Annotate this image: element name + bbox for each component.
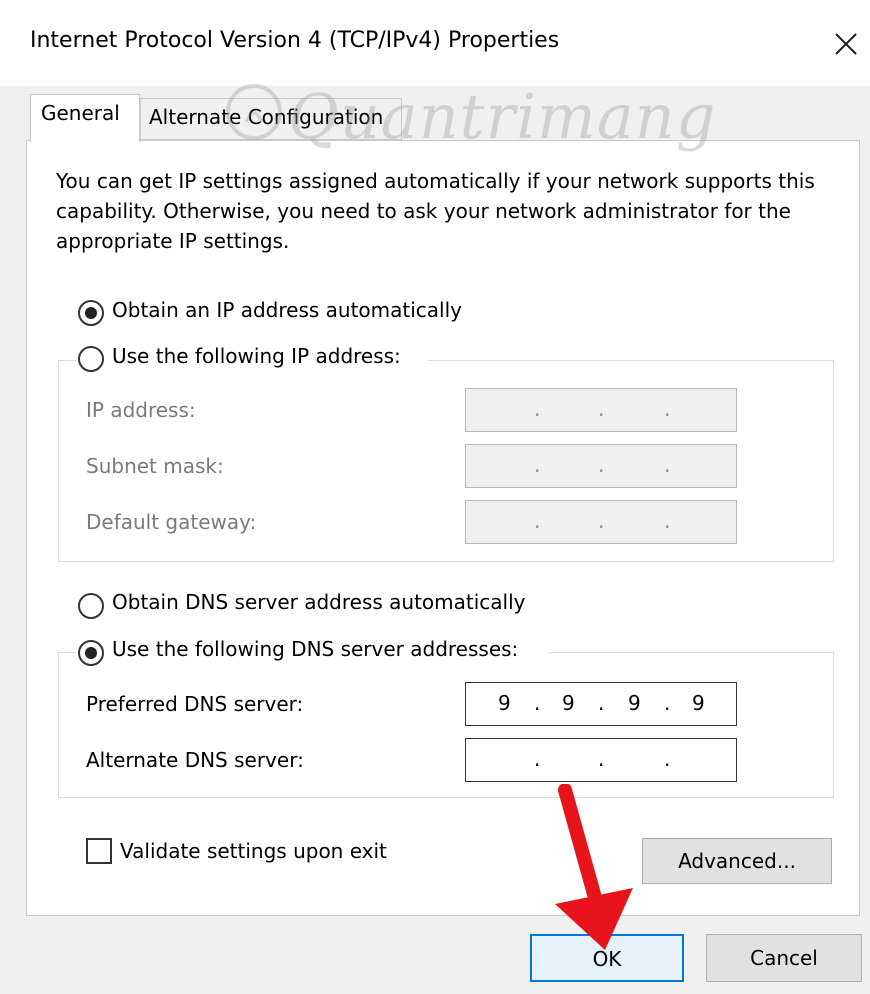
subnet-mask-label: Subnet mask: [86,454,224,478]
window-title: Internet Protocol Version 4 (TCP/IPv4) P… [30,28,560,53]
preferred-dns-octet-1: 9 [498,691,511,715]
use-following-dns-label[interactable]: Use the following DNS server addresses: [112,637,518,661]
use-following-dns-radio[interactable] [78,640,104,666]
description-text: You can get IP settings assigned automat… [56,169,815,253]
preferred-dns-octet-3: 9 [628,691,641,715]
ip-address-label: IP address: [86,398,196,422]
use-following-ip-label[interactable]: Use the following IP address: [112,344,401,368]
obtain-dns-auto-radio[interactable] [78,593,104,619]
default-gateway-label: Default gateway: [86,510,257,534]
subnet-mask-field: . . . [465,444,737,488]
red-arrow-annotation [555,784,633,950]
watermark-lightbulb-icon [226,84,282,140]
radio-selected-dot [85,307,97,319]
watermark-text: Quantrimang [288,80,717,153]
close-button[interactable] [826,24,866,64]
obtain-ip-auto-radio[interactable] [78,300,104,326]
cancel-button[interactable]: Cancel [706,934,862,982]
use-following-ip-radio[interactable] [78,346,104,372]
validate-settings-checkbox[interactable] [86,838,112,864]
preferred-dns-octet-2: 9 [562,691,575,715]
preferred-dns-octet-4: 9 [692,691,705,715]
close-icon [835,33,857,55]
validate-settings-label[interactable]: Validate settings upon exit [120,839,387,863]
alternate-dns-label: Alternate DNS server: [86,748,304,772]
preferred-dns-label: Preferred DNS server: [86,692,304,716]
ip-address-field: . . . [465,388,737,432]
alternate-dns-field[interactable]: . . . [465,738,737,782]
tab-general[interactable]: General [30,94,140,142]
watermark-logo: Quantrimang [216,74,715,164]
preferred-dns-field[interactable]: 9 . 9 . 9 . 9 [465,682,737,726]
obtain-ip-auto-label[interactable]: Obtain an IP address automatically [112,298,462,322]
default-gateway-field: . . . [465,500,737,544]
advanced-button[interactable]: Advanced... [642,838,832,884]
obtain-dns-auto-label[interactable]: Obtain DNS server address automatically [112,590,526,614]
radio-selected-dot [85,647,97,659]
